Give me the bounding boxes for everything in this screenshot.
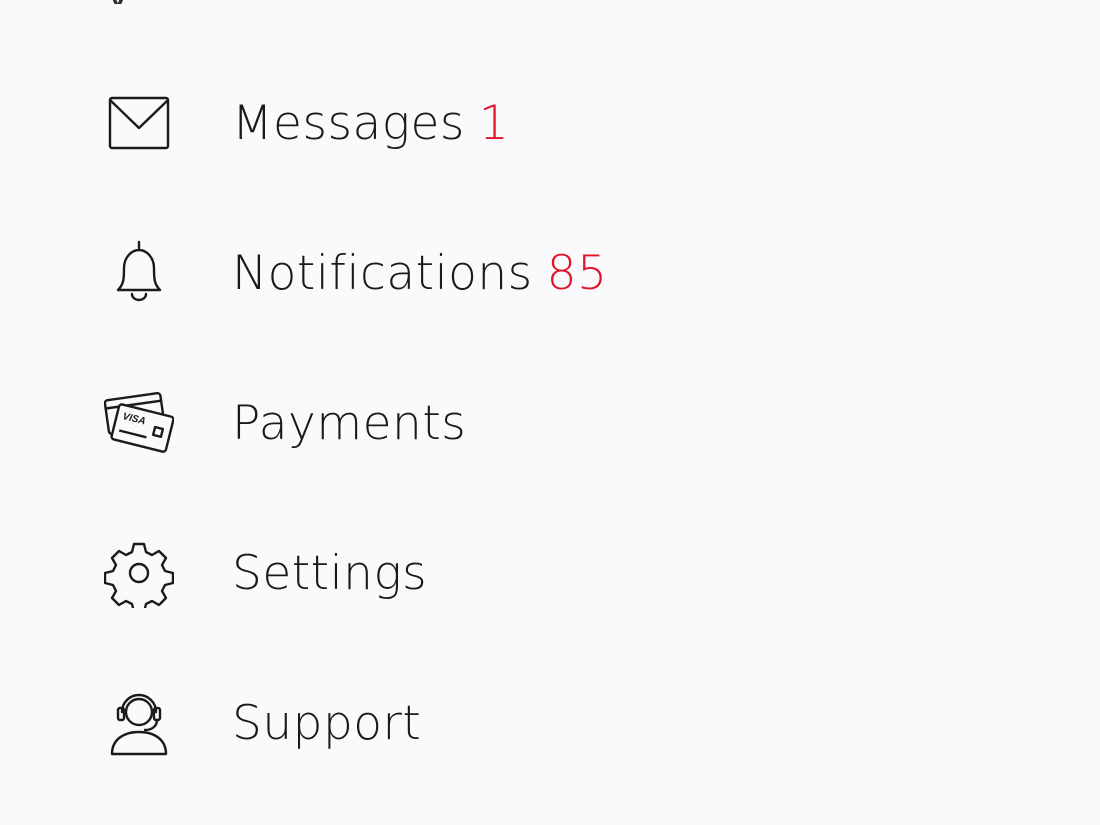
- menu-item-label: Settings: [232, 545, 428, 601]
- menu-item-label: Messages: [232, 95, 465, 151]
- menu-item-support[interactable]: Support: [0, 648, 1100, 798]
- cut-off-header: y ,: [106, 0, 466, 4]
- credit-card-icon: VISA: [104, 388, 174, 458]
- notification-count-badge: 85: [546, 245, 608, 301]
- bell-icon: [104, 238, 174, 308]
- menu-item-settings[interactable]: Settings: [0, 498, 1100, 648]
- menu-item-label: Notifications: [232, 245, 533, 301]
- envelope-icon: [104, 88, 174, 158]
- unread-count-badge: 1: [478, 95, 510, 151]
- menu-item-label: Support: [232, 695, 422, 751]
- menu-item-notifications[interactable]: Notifications 85: [0, 198, 1100, 348]
- menu-item-messages[interactable]: Messages 1: [0, 48, 1100, 198]
- headset-icon: [104, 688, 174, 758]
- side-menu: Messages 1 Notifications 85 VISA Payment…: [0, 48, 1100, 798]
- menu-item-label: Payments: [232, 395, 467, 451]
- gear-icon: [104, 538, 174, 608]
- menu-item-payments[interactable]: VISA Payments: [0, 348, 1100, 498]
